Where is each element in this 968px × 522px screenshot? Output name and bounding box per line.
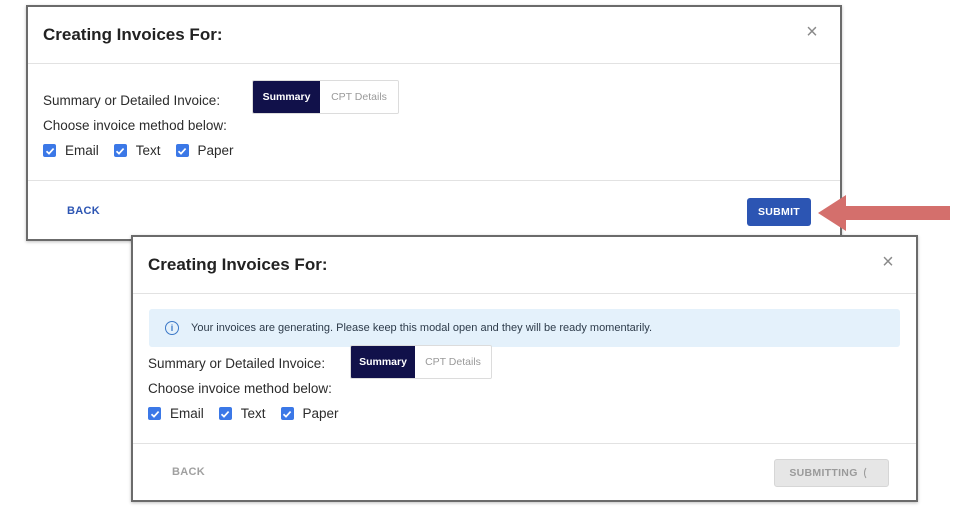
text-label: Text (135, 143, 161, 158)
checkmark-icon (177, 147, 187, 155)
paper-checkbox[interactable] (280, 407, 294, 420)
modal-footer: BACK SUBMIT (28, 180, 840, 240)
paper-label: Paper (302, 406, 339, 421)
email-checkbox[interactable] (148, 407, 161, 420)
submitting-button[interactable]: SUBMITTING (774, 459, 889, 487)
paper-checkbox[interactable] (175, 144, 189, 157)
email-label: Email (65, 143, 99, 158)
checkmark-icon (221, 410, 230, 418)
invoice-type-toggle[interactable]: Summary CPT Details (350, 345, 492, 379)
text-checkbox[interactable] (113, 144, 127, 157)
invoice-method-options: Email Text Paper (148, 406, 354, 421)
modal-title: Creating Invoices For: (43, 25, 223, 44)
text-checkbox[interactable] (218, 407, 232, 420)
arrow-left-icon (818, 195, 950, 231)
checkmark-icon (116, 147, 125, 155)
invoice-type-label: Summary or Detailed Invoice: (148, 356, 326, 371)
submitting-label: SUBMITTING (789, 467, 858, 479)
email-checkbox[interactable] (43, 144, 56, 157)
modal-title: Creating Invoices For: (148, 255, 328, 274)
submit-button[interactable]: SUBMIT (747, 198, 811, 226)
toggle-summary[interactable]: Summary (351, 346, 415, 378)
modal-header: Creating Invoices For: × (28, 7, 840, 64)
checkmark-icon (150, 410, 159, 418)
invoice-type-toggle[interactable]: Summary CPT Details (252, 80, 399, 114)
paper-label: Paper (197, 143, 234, 158)
info-alert: i Your invoices are generating. Please k… (149, 309, 900, 347)
back-button[interactable]: BACK (67, 205, 100, 217)
spinner-icon (863, 466, 874, 480)
close-icon[interactable]: × (804, 22, 820, 42)
alert-message: Your invoices are generating. Please kee… (191, 322, 653, 334)
close-icon[interactable]: × (880, 252, 896, 272)
invoice-method-options: Email Text Paper (43, 143, 249, 158)
toggle-cpt-details[interactable]: CPT Details (415, 346, 491, 378)
info-icon: i (165, 321, 179, 335)
checkmark-icon (45, 147, 54, 155)
invoice-method-label: Choose invoice method below: (148, 381, 332, 396)
email-label: Email (170, 406, 204, 421)
invoice-modal-submitting: Creating Invoices For: × i Your invoices… (131, 235, 918, 502)
invoice-method-label: Choose invoice method below: (43, 118, 227, 133)
text-label: Text (240, 406, 266, 421)
toggle-cpt-details[interactable]: CPT Details (320, 81, 398, 113)
checkmark-icon (282, 410, 292, 418)
invoice-modal-initial: Creating Invoices For: × Summary or Deta… (26, 5, 842, 241)
modal-header: Creating Invoices For: × (133, 237, 916, 294)
invoice-type-label: Summary or Detailed Invoice: (43, 93, 221, 108)
toggle-summary[interactable]: Summary (253, 81, 320, 113)
back-button-disabled[interactable]: BACK (172, 466, 205, 478)
modal-footer: BACK SUBMITTING (133, 443, 916, 501)
